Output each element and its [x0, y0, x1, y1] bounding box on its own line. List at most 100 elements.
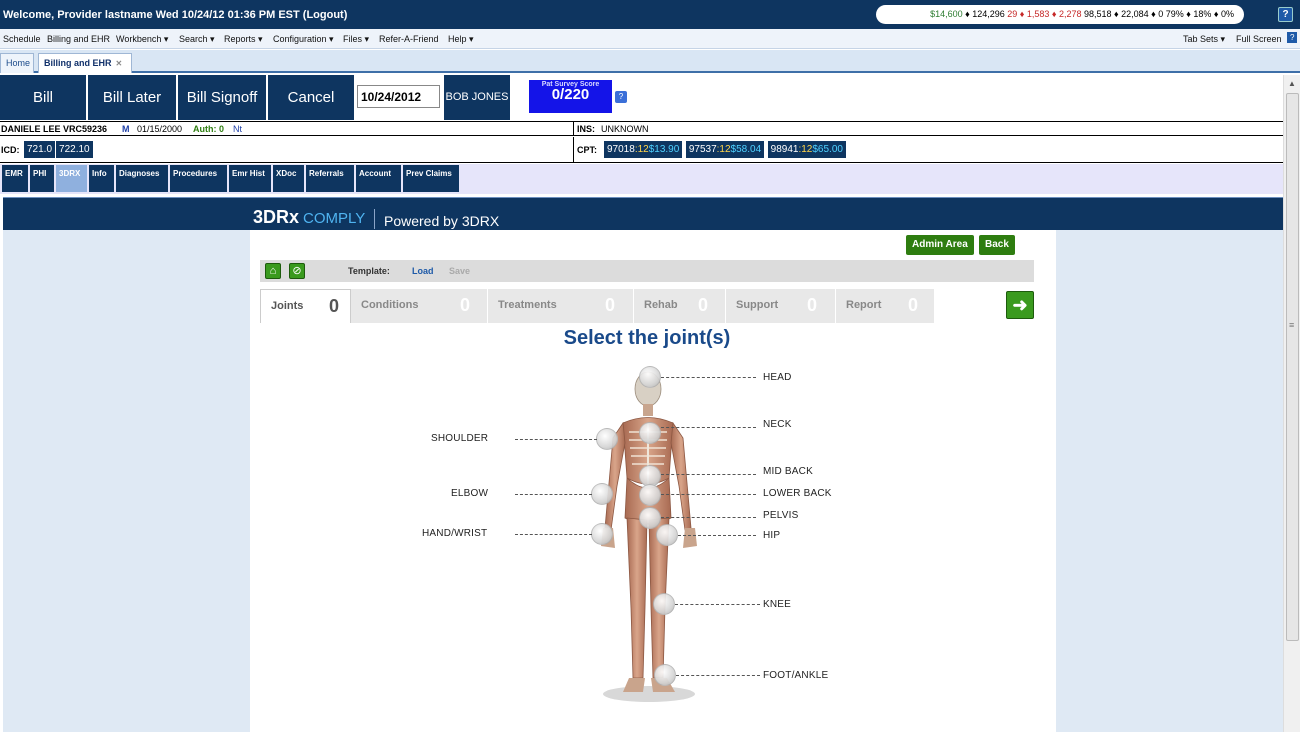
icd-code[interactable]: 722.10 [56, 141, 93, 158]
leader-line-head [661, 377, 756, 378]
subtab-phi[interactable]: PHI [30, 165, 54, 192]
joint-label-hand-wrist[interactable]: HAND/WRIST [422, 528, 487, 539]
menu-workbench[interactable]: Workbench ▾ [116, 34, 168, 45]
menu-billing-ehr[interactable]: Billing and EHR [47, 34, 110, 44]
bill-date-field[interactable] [357, 85, 440, 108]
joint-label-knee[interactable]: KNEE [763, 599, 791, 610]
joint-dot-foot-ankle[interactable] [654, 664, 676, 686]
menu-schedule[interactable]: Schedule [3, 34, 41, 44]
subtab-diagnoses[interactable]: Diagnoses [116, 165, 168, 192]
home-icon[interactable]: ⌂ [265, 263, 281, 279]
wizard-tab-treatments[interactable]: Treatments 0 [488, 289, 634, 323]
cpt-code[interactable]: 98941:12$65.00 [767, 141, 846, 158]
joint-dot-hand-wrist[interactable] [591, 523, 613, 545]
ins-label: INS: [577, 124, 595, 134]
joint-dot-elbow[interactable] [591, 483, 613, 505]
leader-line-hip [678, 535, 756, 536]
wizard-tab-label: Joints [271, 300, 304, 312]
joint-label-pelvis[interactable]: PELVIS [763, 510, 798, 521]
nt-link[interactable]: Nt [233, 122, 242, 136]
cancel-icon[interactable]: ⊘ [289, 263, 305, 279]
wizard-tabs: Joints 0 Conditions 0 Treatments 0 Rehab… [260, 289, 934, 323]
vertical-scrollbar[interactable]: ▲ ≡ [1283, 75, 1300, 732]
survey-help-icon[interactable]: ? [615, 91, 627, 103]
page-title: Select the joint(s) [563, 327, 731, 349]
tab-home[interactable]: Home [0, 53, 34, 73]
menu-search[interactable]: Search ▾ [179, 34, 215, 45]
joint-dot-lower-back[interactable] [639, 484, 661, 506]
bill-later-button[interactable]: Bill Later [88, 75, 177, 120]
next-arrow-icon[interactable]: ➜ [1006, 291, 1034, 319]
stats-count: ♦ 124,296 [962, 9, 1008, 19]
admin-area-button[interactable]: Admin Area [906, 235, 974, 255]
wizard-tab-count: 0 [329, 296, 340, 316]
tab-billing-label: Billing and EHR [44, 58, 112, 68]
template-toolbar: ⌂ ⊘ Template: Load Save [260, 260, 1034, 282]
leader-line-lower-back [661, 494, 756, 495]
subtab-referrals[interactable]: Referrals [306, 165, 354, 192]
icd-code[interactable]: 721.0 [24, 141, 56, 158]
leader-line-elbow [515, 494, 592, 495]
leader-line-neck [661, 427, 756, 428]
cpt-units: :12 [716, 144, 731, 155]
load-link[interactable]: Load [412, 266, 434, 276]
joint-dot-knee[interactable] [653, 593, 675, 615]
joint-dot-hip[interactable] [656, 524, 678, 546]
subtab-xdoc[interactable]: XDoc [273, 165, 304, 192]
wizard-tab-support[interactable]: Support 0 [726, 289, 836, 323]
joint-label-elbow[interactable]: ELBOW [451, 488, 488, 499]
joint-label-foot-ankle[interactable]: FOOT/ANKLE [763, 670, 828, 681]
3drx-logo: 3DRx COMPLY [253, 207, 365, 228]
wizard-tab-report[interactable]: Report 0 [836, 289, 934, 323]
menu-tab-sets[interactable]: Tab Sets ▾ [1183, 34, 1225, 45]
back-button[interactable]: Back [979, 235, 1015, 255]
menu-help-icon[interactable]: ? [1287, 32, 1298, 43]
joint-dot-shoulder[interactable] [596, 428, 618, 450]
joint-label-lower-back[interactable]: LOWER BACK [763, 488, 832, 499]
auth-status[interactable]: Auth: 0 [193, 122, 224, 136]
subtab-procedures[interactable]: Procedures [170, 165, 227, 192]
joint-dot-neck[interactable] [639, 422, 661, 444]
subtab-3drx[interactable]: 3DRX [56, 165, 87, 192]
logo-comply: COMPLY [303, 210, 366, 227]
joint-label-hip[interactable]: HIP [763, 530, 780, 541]
wizard-tab-joints[interactable]: Joints 0 [260, 289, 351, 323]
bill-signoff-button[interactable]: Bill Signoff [178, 75, 267, 120]
cpt-code[interactable]: 97537:12$58.04 [685, 141, 765, 158]
survey-score[interactable]: Pat Survey Score 0/220 [529, 80, 612, 113]
close-tab-icon[interactable]: ✕ [116, 59, 123, 68]
scroll-up-icon[interactable]: ▲ [1288, 79, 1296, 88]
template-label: Template: [348, 266, 390, 276]
cpt-code[interactable]: 97018:12$13.90 [604, 141, 683, 158]
menu-refer-a-friend[interactable]: Refer-A-Friend [379, 34, 439, 44]
subtab-emr[interactable]: EMR [2, 165, 28, 192]
joint-label-head[interactable]: HEAD [763, 372, 792, 383]
patient-button[interactable]: BOB JONES [444, 75, 510, 120]
joint-label-neck[interactable]: NECK [763, 419, 792, 430]
joint-label-mid-back[interactable]: MID BACK [763, 466, 813, 477]
cpt-codes: 97018:12$13.90 97537:12$58.04 98941:12$6… [604, 141, 847, 158]
joint-dot-head[interactable] [639, 366, 661, 388]
subtab-info[interactable]: Info [89, 165, 114, 192]
cancel-button[interactable]: Cancel [268, 75, 355, 120]
menu-help[interactable]: Help ▾ [448, 34, 474, 45]
menu-full-screen[interactable]: Full Screen [1236, 34, 1282, 44]
menu-reports[interactable]: Reports ▾ [224, 34, 263, 45]
patient-dob: 01/15/2000 [137, 124, 183, 134]
patient-name-id: DANIELE LEE VRC59236 [1, 124, 108, 134]
menu-configuration[interactable]: Configuration ▾ [273, 34, 334, 45]
subtab-emr-hist[interactable]: Emr Hist [229, 165, 271, 192]
joint-dot-pelvis[interactable] [639, 507, 661, 529]
subtab-account[interactable]: Account [356, 165, 401, 192]
bill-button[interactable]: Bill [0, 75, 87, 120]
wizard-tab-rehab[interactable]: Rehab 0 [634, 289, 726, 323]
help-icon[interactable]: ? [1278, 7, 1293, 22]
joint-label-shoulder[interactable]: SHOULDER [431, 433, 488, 444]
wizard-tab-label: Rehab [644, 299, 678, 311]
scrollbar-thumb[interactable] [1286, 93, 1299, 641]
menu-files[interactable]: Files ▾ [343, 34, 369, 45]
leader-line-hand-wrist [515, 534, 592, 535]
tab-billing-ehr[interactable]: Billing and EHR ✕ [38, 53, 132, 73]
subtab-prev-claims[interactable]: Prev Claims [403, 165, 459, 192]
wizard-tab-conditions[interactable]: Conditions 0 [351, 289, 488, 323]
